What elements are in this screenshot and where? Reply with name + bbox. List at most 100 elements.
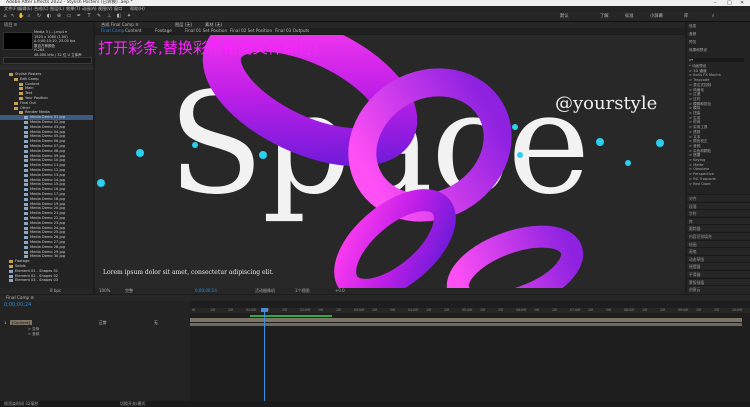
right-section-1[interactable]: 音频 bbox=[689, 32, 696, 36]
layer-track-bar[interactable] bbox=[190, 318, 742, 322]
file-icon bbox=[24, 125, 28, 129]
project-column-header bbox=[0, 65, 93, 70]
lorem-text: Lorem ipsum dolor sit amet, consectetur … bbox=[103, 269, 274, 276]
camera-tool-icon[interactable]: ◐ bbox=[46, 13, 52, 19]
effect-category[interactable]: > 过时 bbox=[689, 97, 700, 101]
effect-category[interactable]: > 模糊和锐化 bbox=[689, 102, 711, 106]
zoom-tool-icon[interactable]: ⌕ bbox=[26, 13, 32, 19]
comp-breadcrumb-1[interactable]: Content bbox=[125, 28, 142, 34]
work-area-bar[interactable] bbox=[250, 315, 332, 317]
effect-category[interactable]: > 透视 bbox=[689, 130, 700, 134]
right-collapsed-panel[interactable]: 跟踪器 bbox=[687, 224, 750, 232]
effect-category[interactable]: > Matte bbox=[689, 163, 704, 167]
effect-category[interactable]: > 表达式控制 bbox=[689, 83, 711, 87]
file-icon bbox=[24, 130, 28, 134]
comp-breadcrumb-3[interactable]: Final 01 Set Position bbox=[185, 28, 227, 34]
comp-breadcrumb-2[interactable]: Footage bbox=[155, 28, 172, 34]
project-item-label: Element 03 - Shapes 03 bbox=[15, 278, 59, 283]
effect-category[interactable]: > 遮罩 bbox=[689, 153, 700, 157]
effect-category[interactable]: > 文本 bbox=[689, 135, 700, 139]
effect-category[interactable]: > 3D 通道 bbox=[689, 69, 707, 73]
workspace-standard[interactable]: 标准 bbox=[625, 13, 634, 20]
effect-category[interactable]: > Perspective bbox=[689, 172, 714, 176]
right-section-2[interactable]: 预览 bbox=[689, 40, 696, 44]
layer-parent[interactable]: 无 bbox=[154, 320, 158, 326]
comp-breadcrumb-4[interactable]: Final 02 Set Position bbox=[230, 28, 272, 34]
effect-category[interactable]: > Red Giant bbox=[689, 182, 711, 186]
workspace-small-screen[interactable]: 小屏幕 bbox=[650, 13, 663, 20]
project-search-input[interactable] bbox=[3, 57, 92, 64]
right-collapsed-panel[interactable]: 创意云 bbox=[687, 285, 750, 293]
bit-depth[interactable]: 8 bpc bbox=[50, 288, 61, 294]
effects-search-input[interactable]: ρ▾ bbox=[689, 58, 744, 62]
switches-modes-toggle[interactable]: 切换开关/模式 bbox=[120, 401, 145, 407]
effect-category[interactable]: > RG Trapcode bbox=[689, 177, 716, 181]
file-icon bbox=[9, 269, 13, 273]
effect-category[interactable]: * 动画预设 bbox=[689, 64, 706, 68]
ruler-tick-label: 06:00f bbox=[516, 308, 527, 312]
layer-row[interactable]: 1 [Content] 正常 无 bbox=[4, 320, 158, 325]
playhead-line[interactable] bbox=[264, 308, 265, 401]
effect-category[interactable]: > 颜色校正 bbox=[689, 139, 708, 143]
comp-breadcrumb-5[interactable]: Final 03 Outputs bbox=[275, 28, 309, 34]
zoom-dropdown[interactable]: 100% bbox=[99, 288, 110, 294]
right-collapsed-panel[interactable]: 平滑器 bbox=[687, 270, 750, 277]
effect-category[interactable]: > 音频 bbox=[689, 144, 700, 148]
effect-category[interactable]: > Trapcode bbox=[689, 78, 709, 82]
workspace-learn[interactable]: 了解 bbox=[600, 13, 609, 20]
viewer-timecode[interactable]: 0;00;00;24 bbox=[195, 288, 217, 294]
right-collapsed-panel[interactable]: 摇摆器 bbox=[687, 262, 750, 270]
workspace-libraries[interactable]: 库 bbox=[684, 13, 688, 20]
project-item[interactable]: Element 03 - Shapes 03 bbox=[0, 278, 93, 283]
hand-tool-icon[interactable]: ✋ bbox=[18, 13, 24, 19]
view-count-dropdown[interactable]: 1个视图 bbox=[295, 288, 310, 294]
comp-breadcrumb-0[interactable]: Final Comp bbox=[101, 28, 124, 34]
project-panel-title[interactable]: 项目 ≡ bbox=[4, 22, 17, 28]
right-collapsed-panel[interactable]: 画笔 bbox=[687, 247, 750, 255]
effect-category[interactable]: > 模拟 bbox=[689, 106, 700, 110]
effect-category[interactable]: > 过渡 bbox=[689, 92, 700, 96]
right-section-0[interactable]: 信息 bbox=[689, 24, 696, 28]
right-collapsed-panel[interactable]: 段落 bbox=[687, 201, 750, 209]
timeline-timecode[interactable]: 0;00;00;24 bbox=[4, 302, 31, 308]
effect-category[interactable]: > Keying bbox=[689, 158, 705, 162]
effect-category[interactable]: > Boris FX Mocha bbox=[689, 73, 721, 77]
right-collapsed-panel[interactable]: 动态草图 bbox=[687, 254, 750, 262]
effect-category[interactable]: > Obsolete bbox=[689, 167, 709, 171]
right-collapsed-panel[interactable]: 蒙版插值 bbox=[687, 277, 750, 285]
audio-row[interactable]: > 音频 bbox=[28, 332, 39, 337]
right-collapsed-panel[interactable]: 绘画 bbox=[687, 239, 750, 247]
type-tool-icon[interactable]: T bbox=[86, 13, 92, 19]
resolution-dropdown[interactable]: 完整 bbox=[125, 288, 133, 294]
file-icon bbox=[24, 135, 28, 139]
brush-tool-icon[interactable]: ✎ bbox=[96, 13, 102, 19]
ruler-tick-label: 04:00f bbox=[408, 308, 419, 312]
camera-dropdown[interactable]: 活动摄像机 bbox=[255, 288, 275, 294]
right-collapsed-panel[interactable]: 对齐 bbox=[687, 194, 750, 201]
composition-canvas[interactable]: Space @yourstyle 打开彩条,替换彩条相同文件即可! Lorem … bbox=[95, 35, 685, 288]
rectangle-tool-icon[interactable]: ▭ bbox=[66, 13, 72, 19]
selection-tool-icon[interactable]: ↖ bbox=[10, 13, 16, 19]
eraser-tool-icon[interactable]: ◧ bbox=[116, 13, 122, 19]
search-help-icon[interactable]: ⌕ bbox=[712, 13, 714, 20]
effect-category[interactable]: > 实用工具 bbox=[689, 125, 708, 129]
right-collapsed-panel[interactable]: 内容识别填充 bbox=[687, 232, 750, 239]
effect-category[interactable]: > 扭曲 bbox=[689, 111, 700, 115]
exposure-offset[interactable]: +0.0 bbox=[335, 288, 345, 294]
right-section-3[interactable]: 效果和预设 bbox=[689, 48, 707, 52]
right-collapsed-panel[interactable]: 字符 bbox=[687, 209, 750, 217]
ruler-tick-label: 02:00f bbox=[300, 308, 311, 312]
rotate-tool-icon[interactable]: ↻ bbox=[36, 13, 42, 19]
layer-mode[interactable]: 正常 bbox=[99, 320, 107, 326]
ruler-tick-label: 05:00f bbox=[462, 308, 473, 312]
home-icon[interactable]: ⌂ bbox=[2, 13, 8, 19]
effect-category[interactable]: > 风格化 bbox=[689, 88, 704, 92]
pan-behind-icon[interactable]: ⊕ bbox=[56, 13, 62, 19]
right-collapsed-panel[interactable]: 库 bbox=[687, 216, 750, 224]
effect-category[interactable]: > 杂色和颗粒 bbox=[689, 149, 711, 153]
workspace-default[interactable]: 默认 bbox=[560, 13, 569, 20]
pen-tool-icon[interactable]: ✒ bbox=[76, 13, 82, 19]
effect-category[interactable]: > 时间 bbox=[689, 120, 700, 124]
stamp-tool-icon[interactable]: ⊥ bbox=[106, 13, 112, 19]
puppet-tool-icon[interactable]: ✦ bbox=[126, 13, 132, 19]
